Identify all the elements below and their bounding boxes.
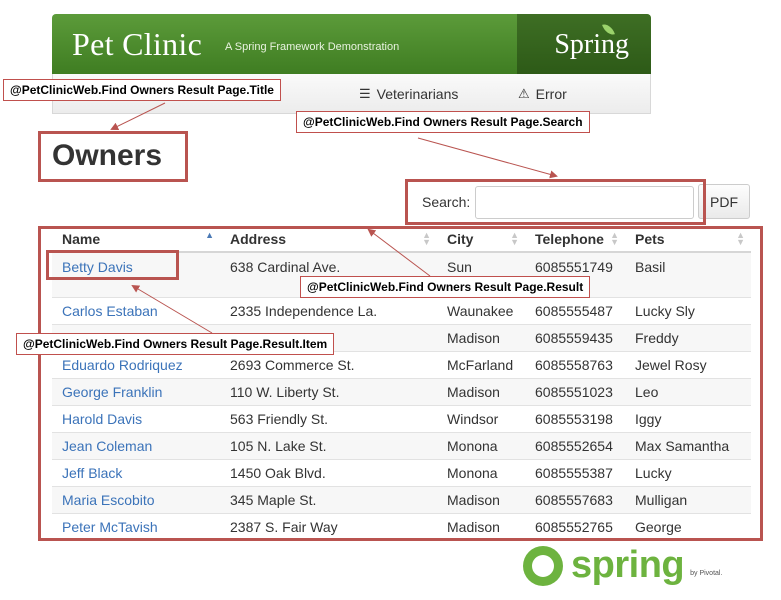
nav-item-label: Veterinarians: [376, 86, 459, 102]
owner-telephone: 6085552654: [525, 431, 625, 459]
page-title: Owners: [52, 139, 163, 172]
column-header-city[interactable]: City ▲ ▼: [437, 226, 525, 253]
footer-spring-logo: spring by Pivotal.: [523, 544, 722, 587]
owner-address: 345 Maple St.: [220, 485, 437, 513]
owner-pets: Basil: [625, 251, 751, 297]
pdf-button[interactable]: PDF: [698, 184, 750, 219]
owner-name-link[interactable]: Eduardo Rodriquez: [62, 357, 183, 373]
result-item-annotation-label: @PetClinicWeb.Find Owners Result Page.Re…: [16, 333, 335, 355]
spring-leaf-icon: [523, 545, 563, 586]
footer-brand: spring: [571, 544, 685, 586]
table-row: Carlos Estaban 2335 Independence La. Wau…: [52, 296, 751, 324]
owner-telephone: 6085555487: [525, 296, 625, 324]
nav-item-veterinarians[interactable]: ☰ Veterinarians: [359, 86, 458, 102]
owner-name-link[interactable]: George Franklin: [62, 384, 162, 400]
table-row: George Franklin 110 W. Liberty St. Madis…: [52, 377, 751, 405]
sort-both-icon: ▲ ▼: [736, 230, 745, 247]
table-row: Peter McTavish 2387 S. Fair Way Madison …: [52, 512, 751, 540]
column-header-address[interactable]: Address ▲ ▼: [220, 226, 437, 253]
owner-telephone: 6085557683: [525, 485, 625, 513]
owner-city: Madison: [437, 323, 525, 351]
nav-item-label: Error: [535, 86, 567, 102]
column-header-telephone[interactable]: Telephone ▲ ▼: [525, 226, 625, 253]
sort-both-icon: ▲ ▼: [610, 230, 619, 247]
list-icon: ☰: [359, 86, 371, 101]
owner-telephone: 6085555387: [525, 458, 625, 486]
owner-pets: Freddy: [625, 323, 751, 351]
owner-address: 105 N. Lake St.: [220, 431, 437, 459]
search-arrow: [417, 137, 558, 179]
search-input[interactable]: [475, 186, 694, 219]
owner-city: Madison: [437, 485, 525, 513]
warning-icon: ⚠: [518, 86, 530, 101]
search-annotation-label: @PetClinicWeb.Find Owners Result Page.Se…: [296, 111, 590, 133]
owner-address: 2335 Independence La.: [220, 296, 437, 324]
owner-pets: Leo: [625, 377, 751, 405]
owner-name-link[interactable]: Jean Coleman: [62, 438, 152, 454]
owner-address: 1450 Oak Blvd.: [220, 458, 437, 486]
owner-city: Madison: [437, 377, 525, 405]
owner-city: Monona: [437, 431, 525, 459]
table-row: Jean Coleman 105 N. Lake St. Monona 6085…: [52, 431, 751, 459]
owner-telephone: 6085559435: [525, 323, 625, 351]
nav-item-error[interactable]: ⚠ Error: [518, 86, 567, 102]
owner-telephone: 6085552765: [525, 512, 625, 540]
sort-both-icon: ▲ ▼: [510, 230, 519, 247]
owner-address: 2693 Commerce St.: [220, 350, 437, 378]
result-annotation-label: @PetClinicWeb.Find Owners Result Page.Re…: [300, 276, 591, 298]
owner-name-link[interactable]: Peter McTavish: [62, 519, 158, 535]
app-logo[interactable]: Pet Clinic: [72, 26, 202, 63]
owner-name-link[interactable]: Carlos Estaban: [62, 303, 158, 319]
owner-city: Waunakee: [437, 296, 525, 324]
owner-pets: Max Samantha: [625, 431, 751, 459]
table-row: Harold Davis 563 Friendly St. Windsor 60…: [52, 404, 751, 432]
owner-city: McFarland: [437, 350, 525, 378]
owners-table: Name ▲ Address ▲ ▼ City ▲ ▼ Telephone ▲ ▼ Pets ▲…: [52, 226, 751, 540]
spring-brand-box: Spring: [517, 14, 651, 74]
owner-name-link[interactable]: Maria Escobito: [62, 492, 155, 508]
owner-pets: Lucky: [625, 458, 751, 486]
owner-name-link[interactable]: Harold Davis: [62, 411, 142, 427]
owner-city: Monona: [437, 458, 525, 486]
title-annotation-label: @PetClinicWeb.Find Owners Result Page.Ti…: [3, 79, 281, 101]
sort-asc-icon: ▲: [205, 230, 214, 240]
owner-pets: Iggy: [625, 404, 751, 432]
owner-address: 110 W. Liberty St.: [220, 377, 437, 405]
sort-both-icon: ▲ ▼: [422, 230, 431, 247]
owner-pets: Jewel Rosy: [625, 350, 751, 378]
owner-name-link[interactable]: Betty Davis: [62, 259, 133, 275]
spring-brand: Spring: [554, 29, 629, 60]
owner-address: 2387 S. Fair Way: [220, 512, 437, 540]
owner-telephone: 6085551023: [525, 377, 625, 405]
owner-pets: George: [625, 512, 751, 540]
owner-address: 563 Friendly St.: [220, 404, 437, 432]
owner-pets: Mulligan: [625, 485, 751, 513]
table-header-row: Name ▲ Address ▲ ▼ City ▲ ▼ Telephone ▲ ▼ Pets ▲…: [52, 226, 751, 253]
app-tagline: A Spring Framework Demonstration: [225, 41, 400, 53]
owner-telephone: 6085553198: [525, 404, 625, 432]
footer-by-pivotal: by Pivotal.: [690, 570, 723, 577]
header-banner: Pet Clinic A Spring Framework Demonstrat…: [52, 14, 651, 74]
owner-pets: Lucky Sly: [625, 296, 751, 324]
owner-telephone: 6085558763: [525, 350, 625, 378]
table-row: Maria Escobito 345 Maple St. Madison 608…: [52, 485, 751, 513]
owner-name-link[interactable]: Jeff Black: [62, 465, 122, 481]
owner-city: Madison: [437, 512, 525, 540]
table-row: Eduardo Rodriquez 2693 Commerce St. McFa…: [52, 350, 751, 378]
table-row: Jeff Black 1450 Oak Blvd. Monona 6085555…: [52, 458, 751, 486]
column-header-name[interactable]: Name ▲: [52, 226, 220, 253]
column-header-pets[interactable]: Pets ▲ ▼: [625, 226, 751, 253]
owner-city: Windsor: [437, 404, 525, 432]
search-label: Search:: [422, 194, 471, 210]
